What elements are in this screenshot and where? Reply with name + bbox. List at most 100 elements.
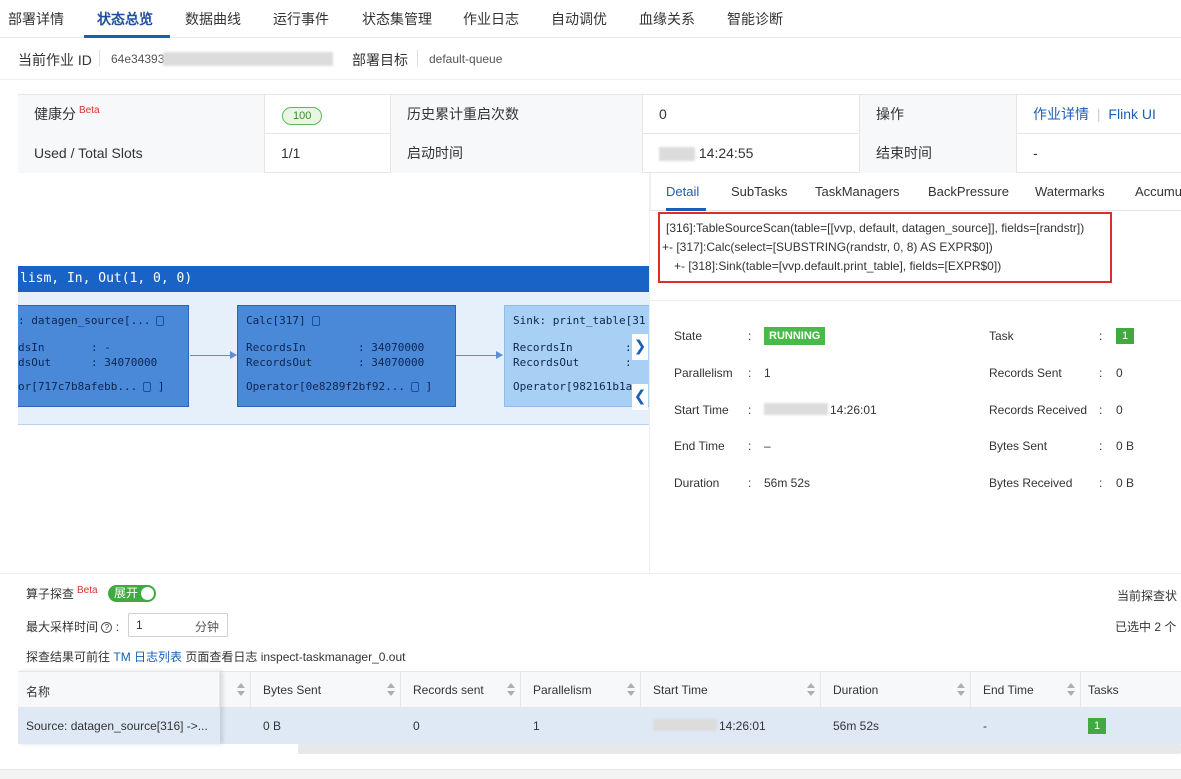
tab-state-management[interactable]: 状态集管理 bbox=[362, 9, 432, 29]
tab-status-overview[interactable]: 状态总览 bbox=[97, 9, 153, 29]
cell-duration: 56m 52s bbox=[833, 719, 880, 733]
job-detail-link[interactable]: 作业详情 bbox=[1033, 106, 1089, 122]
graph-node-source[interactable]: : datagen_source[... dsIn : - dsOut : 34… bbox=[18, 305, 189, 407]
tab-backpressure[interactable]: BackPressure bbox=[928, 184, 1009, 199]
col-records-sent[interactable]: Records sent bbox=[413, 683, 484, 697]
tab-job-logs[interactable]: 作业日志 bbox=[463, 9, 519, 29]
start-time-value: 14:24:55 bbox=[698, 145, 754, 161]
col-end-time[interactable]: End Time bbox=[983, 683, 1034, 697]
col-start-time[interactable]: Start Time bbox=[653, 683, 708, 697]
divider bbox=[650, 300, 1181, 301]
state-value: RUNNING bbox=[764, 327, 826, 345]
input-unit: 分钟 bbox=[194, 620, 219, 634]
colon: : bbox=[748, 329, 752, 343]
operator-probe-section: 算子探查 Beta 展开 当前探查状 最大采样时间 ? : 1 分钟 已选中 2 … bbox=[0, 573, 1181, 670]
horizontal-scrollbar[interactable] bbox=[298, 744, 1181, 754]
col-duration[interactable]: Duration bbox=[833, 683, 878, 697]
running-badge: RUNNING bbox=[764, 327, 826, 345]
end-time-label: 结束时间 bbox=[859, 134, 1016, 173]
tab-data-curves[interactable]: 数据曲线 bbox=[185, 9, 241, 29]
tab-detail[interactable]: Detail bbox=[666, 184, 699, 199]
flink-ui-link[interactable]: Flink UI bbox=[1108, 106, 1155, 122]
end-time-value: - bbox=[1016, 134, 1181, 173]
tab-run-events[interactable]: 运行事件 bbox=[273, 9, 329, 29]
node-out-label: RecordsOut bbox=[513, 356, 580, 369]
divider bbox=[520, 672, 521, 709]
sort-icon[interactable] bbox=[507, 681, 515, 697]
beta-tag: Beta bbox=[79, 105, 100, 117]
deploy-target-label: 部署目标 bbox=[352, 52, 408, 68]
sort-icon[interactable] bbox=[807, 681, 815, 697]
tab-auto-tuning[interactable]: 自动调优 bbox=[551, 9, 607, 29]
graph-node-calc[interactable]: Calc[317] RecordsIn : 34070000 RecordsOu… bbox=[237, 305, 456, 407]
sort-icon[interactable] bbox=[957, 681, 965, 697]
tab-taskmanagers[interactable]: TaskManagers bbox=[815, 184, 900, 199]
ops-label: 操作 bbox=[859, 95, 1016, 134]
probe-toggle[interactable]: 展开 bbox=[108, 585, 156, 602]
sort-icon[interactable] bbox=[237, 681, 245, 697]
divider bbox=[640, 672, 641, 709]
col-bytes-sent[interactable]: Bytes Sent bbox=[263, 683, 321, 697]
bytes-sent-value: 0 B bbox=[1116, 439, 1135, 453]
node-title: Calc[317] bbox=[246, 314, 320, 327]
records-received-key: Records Received bbox=[989, 403, 1088, 417]
edge-arrow bbox=[456, 351, 503, 359]
sort-icon[interactable] bbox=[1067, 681, 1075, 697]
node-operator: or[717c7b8afebb... ] bbox=[18, 380, 165, 393]
footer-bar bbox=[0, 769, 1181, 779]
help-icon[interactable]: ? bbox=[101, 622, 113, 634]
graph-canvas[interactable]: : datagen_source[... dsIn : - dsOut : 34… bbox=[18, 292, 649, 425]
cell-start-time: 14:26:01 bbox=[719, 719, 766, 733]
colon: : bbox=[748, 366, 752, 380]
node-in-label: dsIn bbox=[18, 341, 45, 354]
node-in-label: RecordsIn bbox=[513, 341, 573, 354]
col-parallelism[interactable]: Parallelism bbox=[533, 683, 592, 697]
max-sample-time-input[interactable]: 1 分钟 bbox=[128, 613, 228, 637]
tm-log-list-link[interactable]: TM 日志列表 bbox=[113, 650, 182, 664]
active-tab-indicator bbox=[666, 208, 706, 211]
node-in-label: RecordsIn bbox=[246, 341, 306, 354]
tab-deploy-detail[interactable]: 部署详情 bbox=[8, 9, 64, 29]
task-key: Task bbox=[989, 329, 1014, 343]
copy-icon[interactable] bbox=[410, 382, 419, 392]
start-time-key: Start Time bbox=[674, 403, 729, 417]
node-out-value: : bbox=[625, 356, 632, 369]
duration-value: 56m 52s bbox=[764, 476, 811, 490]
copy-icon[interactable] bbox=[156, 316, 165, 326]
restarts-value: 0 bbox=[642, 95, 859, 134]
graph-node-sink[interactable]: Sink: print_table[31 RecordsIn : Records… bbox=[504, 305, 649, 407]
node-out-value: : 34070000 bbox=[358, 356, 425, 369]
node-out-value: : 34070000 bbox=[91, 356, 158, 369]
chevron-left-icon[interactable]: ❮ bbox=[632, 384, 648, 410]
cell-parallelism: 1 bbox=[533, 719, 540, 733]
divider bbox=[417, 50, 418, 66]
end-time-key: End Time bbox=[674, 439, 725, 453]
colon: : bbox=[748, 439, 752, 453]
tab-smart-diagnosis[interactable]: 智能诊断 bbox=[727, 9, 783, 29]
beta-tag: Beta bbox=[77, 585, 98, 596]
tab-watermarks[interactable]: Watermarks bbox=[1035, 184, 1105, 199]
ops-links: 作业详情 | Flink UI bbox=[1016, 95, 1181, 134]
tab-accumulators[interactable]: Accumu bbox=[1135, 184, 1181, 199]
tab-lineage[interactable]: 血缘关系 bbox=[639, 9, 695, 29]
sort-icon[interactable] bbox=[387, 681, 395, 697]
health-score-badge: 100 bbox=[282, 107, 323, 125]
copy-icon[interactable] bbox=[311, 316, 320, 326]
node-title: Sink: print_table[31 bbox=[513, 314, 646, 327]
cell-tasks: 1 bbox=[1088, 718, 1106, 734]
node-operator: Operator[0e8289f2bf92... ] bbox=[246, 380, 433, 393]
restarts-label: 历史累计重启次数 bbox=[390, 95, 642, 134]
job-id-value: 64e34393 bbox=[111, 52, 165, 66]
divider bbox=[970, 672, 971, 709]
chevron-right-icon[interactable]: ❯ bbox=[632, 334, 648, 360]
job-graph-panel[interactable]: lism, In, Out(1, 0, 0) : datagen_source[… bbox=[18, 173, 649, 573]
sort-icon[interactable] bbox=[627, 681, 635, 697]
copy-icon[interactable] bbox=[143, 382, 152, 392]
colon: : bbox=[1099, 476, 1103, 490]
col-tasks[interactable]: Tasks bbox=[1088, 683, 1119, 697]
tab-subtasks[interactable]: SubTasks bbox=[731, 184, 787, 199]
fixed-column-shadow bbox=[18, 671, 220, 744]
task-count-badge: 1 bbox=[1088, 718, 1106, 734]
health-label-cell: 健康分 Beta bbox=[18, 95, 264, 134]
node-in-value: : 34070000 bbox=[358, 341, 425, 354]
